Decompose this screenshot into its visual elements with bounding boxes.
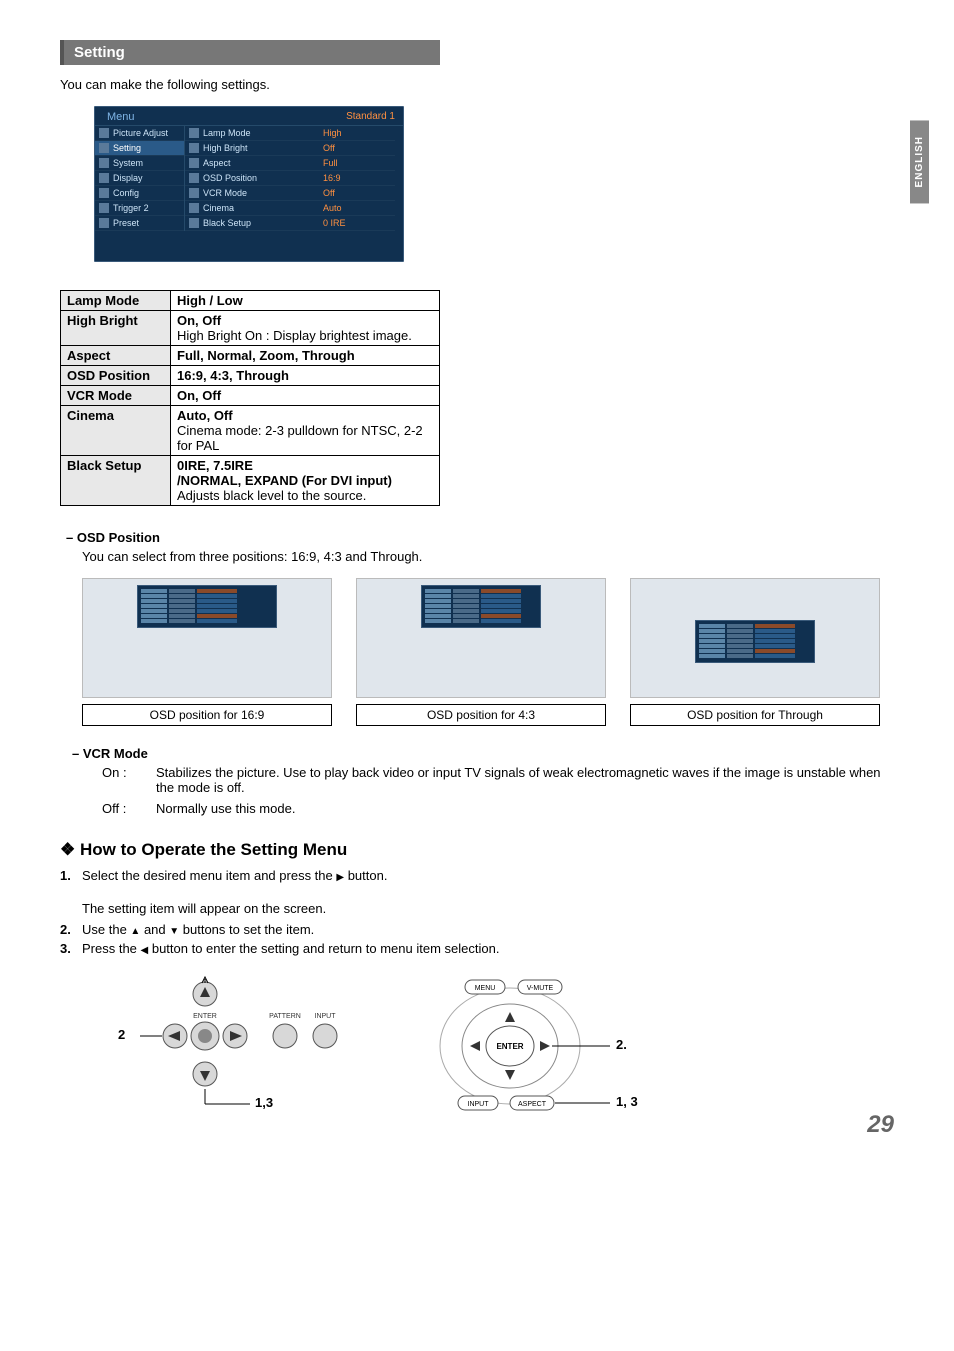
vcr-off-row: Off : Normally use this mode. [102,801,894,816]
remote-callout-13: 1,3 [255,1095,273,1110]
vcr-on-row: On : Stabilizes the picture. Use to play… [102,765,894,795]
panel-right-icon [540,1041,550,1051]
table-row: Lamp Mode High / Low [61,291,440,311]
menu-right-item: 0 IRE [323,218,346,228]
page-number: 29 [867,1111,894,1139]
setting-name: Black Setup [61,456,171,506]
menu-mid-item: Cinema [203,203,234,213]
menu-right-item: Off [323,188,335,198]
osd-thumb-through: OSD position for Through [630,578,880,726]
panel-down-icon [505,1070,515,1080]
setting-name: Cinema [61,406,171,456]
menu-left-item: Preset [113,218,139,228]
settings-table: Lamp Mode High / Low High Bright On, Off… [60,290,440,506]
panel-callout-13: 1, 3 [616,1094,638,1109]
remote-callout-2: 2 [118,1027,125,1042]
vcr-off-text: Normally use this mode. [156,801,894,816]
menu-mid-item: Lamp Mode [203,128,251,138]
step-1: 1.Select the desired menu item and press… [60,868,894,883]
panel-input-label: INPUT [468,1101,490,1108]
table-row: Aspect Full, Normal, Zoom, Through [61,346,440,366]
menu-left-item: Setting [113,143,141,153]
panel-up-icon [505,1012,515,1022]
menu-left-item: Display [113,173,143,183]
table-row: Cinema Auto, OffCinema mode: 2-3 pulldow… [61,406,440,456]
menu-right-item: Auto [323,203,342,213]
pattern-label: PATTERN [269,1013,301,1020]
setting-value: On, Off [171,386,440,406]
table-row: OSD Position 16:9, 4:3, Through [61,366,440,386]
osd-caption: OSD position for 4:3 [356,704,606,726]
step1-sub: The setting item will appear on the scre… [82,901,894,916]
setting-value: On, OffHigh Bright On : Display brightes… [171,311,440,346]
menu-title: Menu [107,111,135,123]
up-triangle-icon: ▲ [130,926,140,937]
panel-callout-2: 2. [616,1037,627,1052]
panel-diagram: ENTER MENU V-MUTE INPUT ASPECT [410,974,710,1119]
table-row: Black Setup 0IRE, 7.5IRE/NORMAL, EXPAND … [61,456,440,506]
table-row: High Bright On, OffHigh Bright On : Disp… [61,311,440,346]
menu-left-col: Picture Adjust Setting System Display Co… [95,126,185,231]
panel-aspect-label: ASPECT [518,1101,547,1108]
remote-diagram: ENTER PATTERN INPUT 2 [90,974,350,1114]
panel-left-icon [470,1041,480,1051]
menu-right-col: High Off Full 16:9 Off Auto 0 IRE [315,126,395,231]
menu-left-item: Picture Adjust [113,128,168,138]
menu-right-item: 16:9 [323,173,341,183]
vcr-mode-heading: VCR Mode [72,746,894,761]
menu-mid-item: VCR Mode [203,188,247,198]
setting-name: Lamp Mode [61,291,171,311]
setting-name: High Bright [61,311,171,346]
setting-name: Aspect [61,346,171,366]
step-3: 3.Press the ◀ button to enter the settin… [60,941,894,956]
panel-vmute-label: V-MUTE [527,985,554,992]
panel-enter-label: ENTER [496,1042,523,1051]
osd-caption: OSD position for 16:9 [82,704,332,726]
vcr-on-label: On : [102,765,156,795]
table-row: VCR Mode On, Off [61,386,440,406]
setting-name: VCR Mode [61,386,171,406]
menu-right-item: Full [323,158,338,168]
input-label: INPUT [315,1013,337,1020]
setting-value: 0IRE, 7.5IRE/NORMAL, EXPAND (For DVI inp… [171,456,440,506]
osd-position-desc: You can select from three positions: 16:… [82,549,894,564]
osd-thumb-43: OSD position for 4:3 [356,578,606,726]
osd-thumb-169: OSD position for 16:9 [82,578,332,726]
menu-right-item: Off [323,143,335,153]
menu-mid-item: Black Setup [203,218,251,228]
panel-menu-label: MENU [475,985,496,992]
menu-right-item: High [323,128,342,138]
menu-screenshot: Menu Standard 1 Picture Adjust Setting S… [94,106,404,262]
menu-standard: Standard 1 [346,111,395,123]
menu-mid-item: OSD Position [203,173,257,183]
menu-left-item: System [113,158,143,168]
steps-list: 1.Select the desired menu item and press… [60,868,894,883]
menu-left-item: Config [113,188,139,198]
menu-mid-item: Aspect [203,158,231,168]
osd-thumbnails-row: OSD position for 16:9 OSD position for 4… [82,578,894,726]
setting-value: 16:9, 4:3, Through [171,366,440,386]
osd-position-heading: OSD Position [66,530,894,545]
language-tab: ENGLISH [910,120,929,203]
setting-value: Auto, OffCinema mode: 2-3 pulldown for N… [171,406,440,456]
osd-caption: OSD position for Through [630,704,880,726]
menu-mid-item: High Bright [203,143,248,153]
setting-name: OSD Position [61,366,171,386]
section-title: Setting [60,40,440,65]
menu-mid-col: Lamp Mode High Bright Aspect OSD Positio… [185,126,315,231]
intro-text: You can make the following settings. [60,77,894,92]
vcr-on-text: Stabilizes the picture. Use to play back… [156,765,894,795]
howto-title: How to Operate the Setting Menu [60,840,894,860]
setting-value: High / Low [171,291,440,311]
setting-value: Full, Normal, Zoom, Through [171,346,440,366]
enter-label: ENTER [193,1013,217,1020]
step-2: 2.Use the ▲ and ▼ buttons to set the ite… [60,922,894,937]
steps-list-cont: 2.Use the ▲ and ▼ buttons to set the ite… [60,922,894,956]
menu-left-item: Trigger 2 [113,203,149,213]
right-triangle-icon: ▶ [336,872,344,883]
down-triangle-icon: ▼ [169,926,179,937]
vcr-off-label: Off : [102,801,156,816]
